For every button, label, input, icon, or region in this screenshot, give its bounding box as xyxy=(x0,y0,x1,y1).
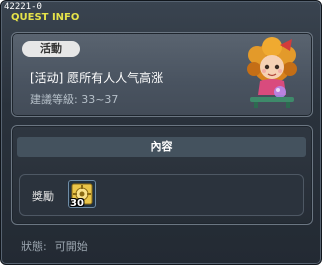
quest-id: 42221-0 xyxy=(4,2,42,12)
status-value: 可開始 xyxy=(54,240,88,253)
reward-item-count: 30 xyxy=(70,198,84,209)
quest-summary-panel: 活動 [活动] 愿所有人人气高涨 建議等級: 33~37 xyxy=(11,32,313,117)
status-label: 狀態: xyxy=(21,240,47,253)
category-badge: 活動 xyxy=(22,41,80,57)
quest-info-window: 42221-0 QUEST INFO 活動 [活动] 愿所有人人气高涨 建議等級… xyxy=(0,0,322,265)
quest-status: 狀態: 可開始 xyxy=(21,238,88,254)
quest-content-panel: 內容 獎勵 30 xyxy=(11,125,313,225)
recommended-level: 建議等級: 33~37 xyxy=(30,93,119,106)
npc-portrait-icon xyxy=(247,37,297,108)
window-title: QUEST INFO xyxy=(11,12,80,23)
reward-label: 獎勵 xyxy=(32,190,54,203)
reward-row: 獎勵 30 xyxy=(19,174,304,216)
content-section-header: 內容 xyxy=(17,137,306,157)
quest-name: [活动] 愿所有人人气高涨 xyxy=(30,71,164,85)
